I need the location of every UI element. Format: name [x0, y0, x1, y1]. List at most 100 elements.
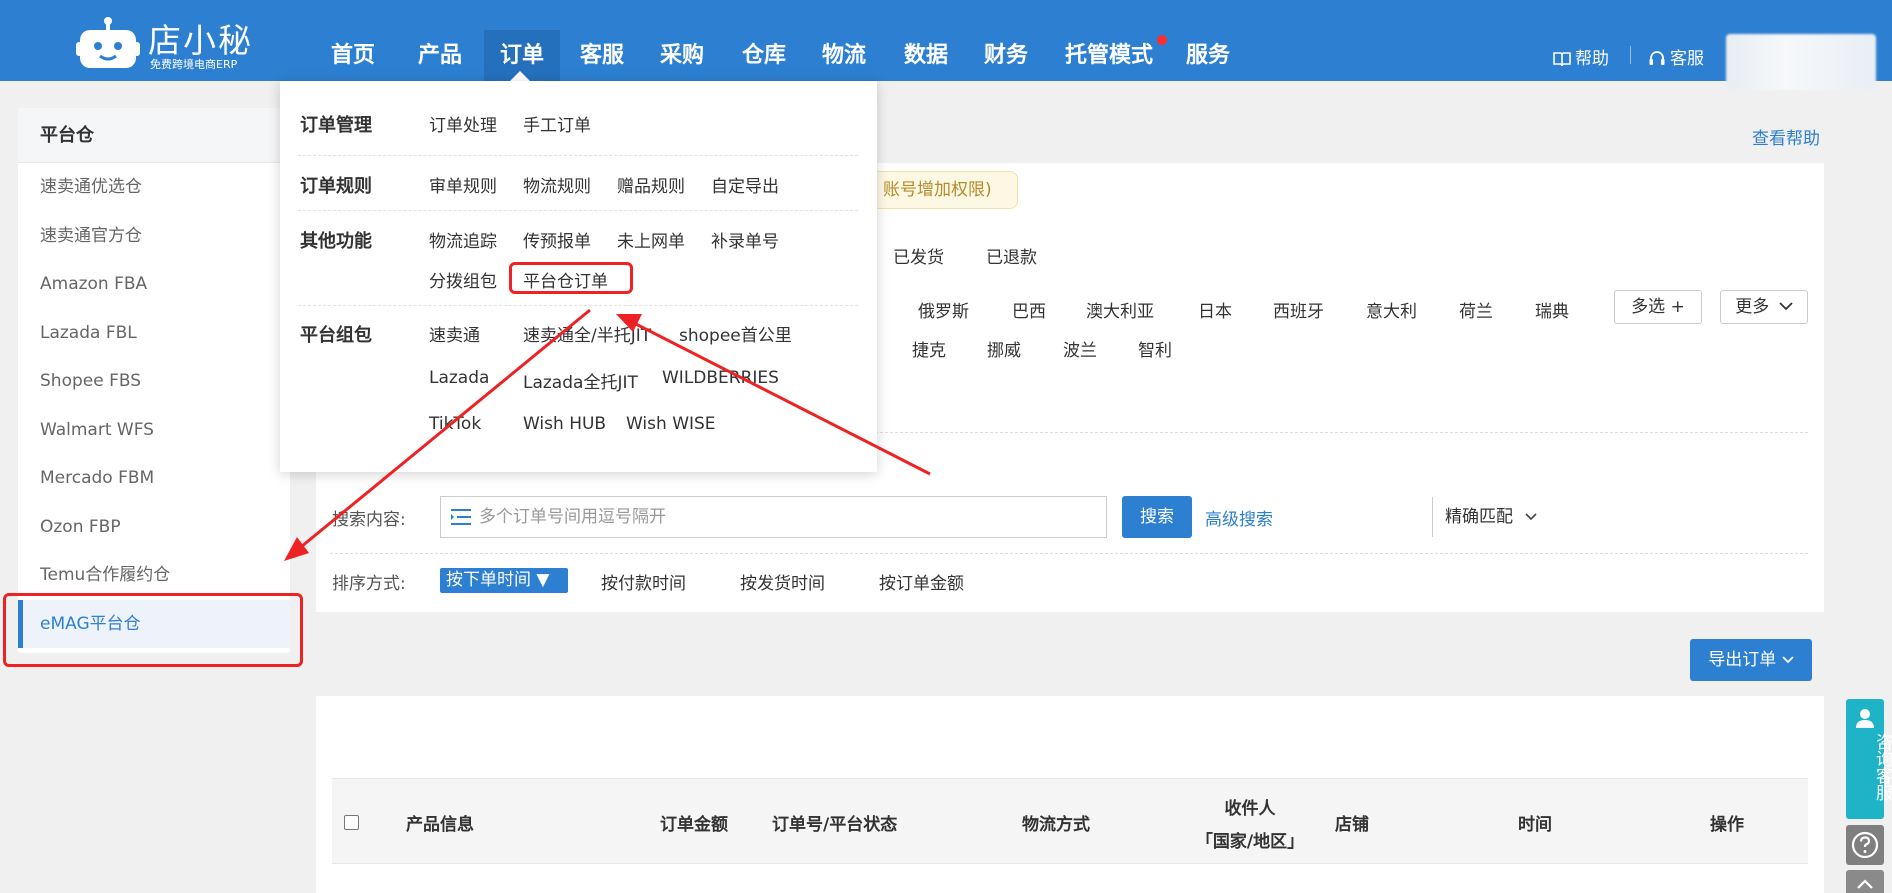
nav-hosting-mode[interactable]: 托管模式 — [1063, 30, 1167, 81]
sort-by-ship-time[interactable]: 按发货时间 — [740, 569, 825, 594]
search-button[interactable]: 搜索 — [1122, 496, 1192, 538]
chevron-down-icon — [1779, 302, 1793, 311]
country-czech[interactable]: 捷克 — [912, 336, 946, 361]
multi-select-button[interactable]: 多选 + — [1614, 290, 1702, 324]
divider — [298, 305, 858, 306]
menu-supplement-tracking[interactable]: 补录单号 — [711, 227, 779, 252]
platform-warehouse-sidebar: 平台仓 速卖通优选仓 速卖通官方仓 Amazon FBA Lazada FBL … — [18, 108, 290, 653]
group-other-functions: 其他功能 — [300, 231, 372, 252]
sort-by-order-time[interactable]: 按下单时间 ▼ — [440, 568, 568, 593]
help-float-button[interactable] — [1846, 825, 1884, 865]
nav-home[interactable]: 首页 — [322, 30, 384, 81]
column-recipient: 收件人 「国家/地区」 — [1178, 794, 1322, 852]
status-tab-shipped[interactable]: 已发货 — [893, 243, 944, 268]
menu-wish-hub[interactable]: Wish HUB — [523, 414, 606, 434]
divider — [1630, 46, 1631, 64]
nav-purchasing[interactable]: 采购 — [658, 30, 706, 81]
view-help-link[interactable]: 查看帮助 — [1752, 124, 1820, 149]
nav-finance[interactable]: 财务 — [982, 30, 1030, 81]
column-order-amount: 订单金额 — [660, 815, 728, 835]
service-button[interactable]: 客服 — [1648, 44, 1704, 69]
menu-manual-order[interactable]: 手工订单 — [523, 111, 591, 136]
service-label: 客服 — [1670, 49, 1704, 69]
sidebar-item-amazon-fba[interactable]: Amazon FBA — [18, 260, 290, 309]
export-orders-button[interactable]: 导出订单 — [1690, 639, 1812, 681]
brand-tagline: 免费跨境电商ERP — [150, 58, 238, 71]
sidebar-item-walmart-wfs[interactable]: Walmart WFS — [18, 406, 290, 455]
question-icon — [1851, 831, 1879, 859]
back-to-top-button[interactable] — [1846, 870, 1884, 893]
country-japan[interactable]: 日本 — [1198, 297, 1232, 322]
sidebar-item-shopee-fbs[interactable]: Shopee FBS — [18, 357, 290, 406]
country-netherlands[interactable]: 荷兰 — [1459, 297, 1493, 322]
menu-aliexpress[interactable]: 速卖通 — [429, 321, 480, 346]
country-italy[interactable]: 意大利 — [1366, 297, 1417, 322]
menu-custom-export[interactable]: 自定导出 — [711, 172, 779, 197]
menu-shopee-first-mile[interactable]: shopee首公里 — [679, 321, 792, 346]
country-australia[interactable]: 澳大利亚 — [1086, 297, 1154, 322]
country-sweden[interactable]: 瑞典 — [1535, 297, 1569, 322]
advanced-search-link[interactable]: 高级搜索 — [1205, 505, 1273, 530]
column-recipient-line1: 收件人 — [1224, 799, 1276, 819]
menu-not-online-orders[interactable]: 未上网单 — [617, 227, 685, 252]
menu-tiktok[interactable]: TikTok — [429, 414, 481, 434]
sidebar-item-ozon-fbp[interactable]: Ozon FBP — [18, 503, 290, 552]
country-poland[interactable]: 波兰 — [1063, 336, 1097, 361]
top-navigation-bar: 店小秘 免费跨境电商ERP 首页 产品 订单 客服 采购 仓库 物流 数据 财务… — [0, 0, 1892, 90]
nav-hosting-mode-label: 托管模式 — [1064, 43, 1153, 68]
group-order-management: 订单管理 — [300, 115, 372, 136]
book-icon — [1553, 52, 1571, 67]
sidebar-item-aliexpress-official[interactable]: 速卖通官方仓 — [18, 212, 290, 261]
select-all-checkbox[interactable] — [344, 815, 359, 830]
group-order-rules: 订单规则 — [300, 176, 372, 197]
column-order-number: 订单号/平台状态 — [772, 815, 898, 835]
sort-by-order-amount[interactable]: 按订单金额 — [879, 569, 964, 594]
more-button[interactable]: 更多 — [1720, 290, 1808, 324]
country-spain[interactable]: 西班牙 — [1273, 297, 1324, 322]
consult-service-button[interactable]: 咨询客服 — [1846, 699, 1892, 819]
nav-logistics[interactable]: 物流 — [820, 30, 868, 81]
orders-dropdown-menu: 订单管理 订单处理 手工订单 订单规则 审单规则 物流规则 赠品规则 自定导出 … — [280, 81, 877, 472]
chevron-up-icon — [1857, 879, 1873, 889]
export-orders-label: 导出订单 — [1708, 650, 1777, 670]
sort-by-payment-time[interactable]: 按付款时间 — [601, 569, 686, 594]
help-button[interactable]: 帮助 — [1553, 44, 1609, 69]
menu-logistics-rules[interactable]: 物流规则 — [523, 172, 591, 197]
menu-wish-wise[interactable]: Wish WISE — [626, 414, 716, 434]
sidebar-item-lazada-fbl[interactable]: Lazada FBL — [18, 309, 290, 358]
nav-products[interactable]: 产品 — [416, 30, 464, 81]
menu-distribution-package[interactable]: 分拨组包 — [429, 267, 497, 292]
divider — [298, 155, 858, 156]
permission-notice: 账号增加权限) — [866, 171, 1018, 209]
divider — [298, 210, 858, 211]
menu-lazada[interactable]: Lazada — [429, 368, 489, 388]
dropdown-caret — [510, 71, 530, 81]
highlight-box — [3, 593, 303, 667]
match-mode-select[interactable]: 精确匹配 — [1432, 497, 1546, 537]
logo[interactable]: 店小秘 免费跨境电商ERP — [76, 12, 251, 72]
menu-lazada-jit[interactable]: Lazada全托JIT — [523, 368, 638, 393]
menu-aliexpress-jit[interactable]: 速卖通全/半托JIT — [523, 321, 651, 346]
menu-order-processing[interactable]: 订单处理 — [429, 111, 497, 136]
user-service-icon — [1856, 709, 1874, 728]
brand-name: 店小秘 — [148, 21, 253, 60]
country-brazil[interactable]: 巴西 — [1012, 297, 1046, 322]
menu-upload-pre-declaration[interactable]: 传预报单 — [523, 227, 591, 252]
country-russia[interactable]: 俄罗斯 — [918, 297, 969, 322]
nav-services[interactable]: 服务 — [1184, 30, 1232, 81]
menu-review-rules[interactable]: 审单规则 — [429, 172, 497, 197]
search-label: 搜索内容: — [332, 510, 406, 530]
country-norway[interactable]: 挪威 — [987, 336, 1021, 361]
account-avatar[interactable] — [1726, 34, 1876, 90]
nav-data[interactable]: 数据 — [902, 30, 950, 81]
sidebar-item-mercado-fbm[interactable]: Mercado FBM — [18, 454, 290, 503]
menu-gift-rules[interactable]: 赠品规则 — [617, 172, 685, 197]
nav-customer-service[interactable]: 客服 — [578, 30, 626, 81]
status-tab-refunded[interactable]: 已退款 — [986, 243, 1037, 268]
search-input[interactable] — [479, 497, 1019, 537]
menu-wildberries[interactable]: WILDBERRIES — [662, 368, 779, 388]
nav-warehouse[interactable]: 仓库 — [740, 30, 788, 81]
menu-logistics-tracking[interactable]: 物流追踪 — [429, 227, 497, 252]
country-chile[interactable]: 智利 — [1138, 336, 1172, 361]
sidebar-item-aliexpress-choice[interactable]: 速卖通优选仓 — [18, 163, 290, 212]
